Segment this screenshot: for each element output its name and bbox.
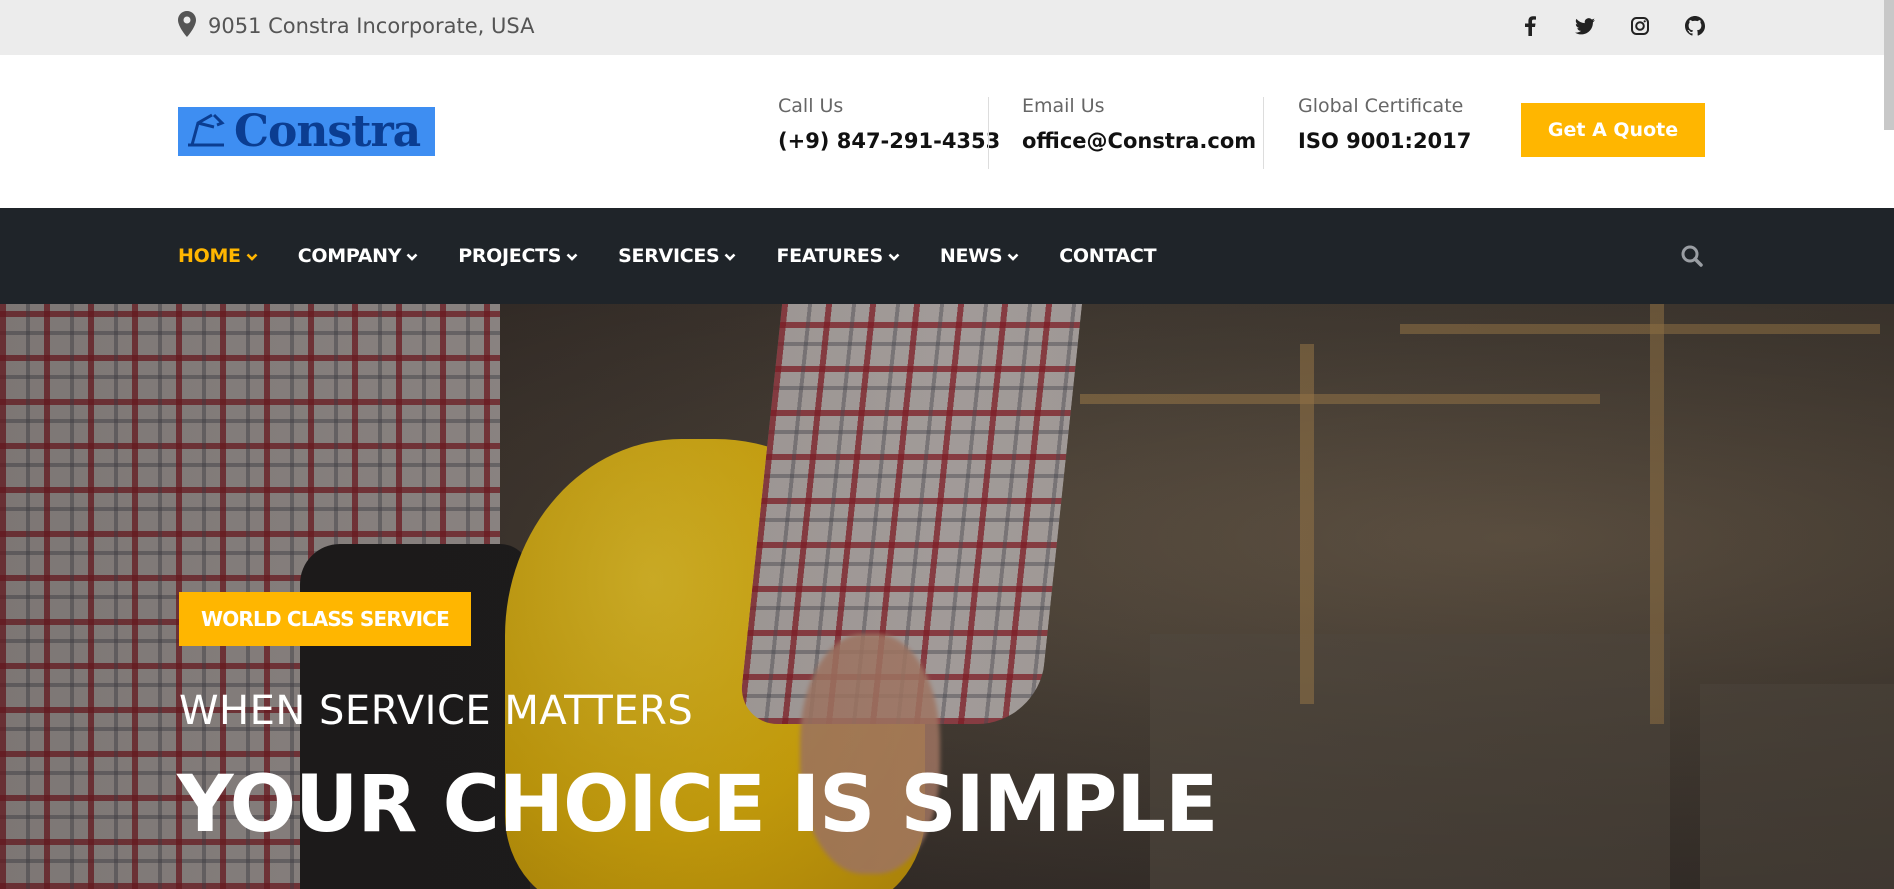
nav-item-label: PROJECTS bbox=[458, 245, 562, 267]
page-scrollbar[interactable] bbox=[1884, 0, 1894, 130]
email-us-label: Email Us bbox=[1022, 95, 1105, 117]
main-nav: HOME COMPANY PROJECTS SERVICES FEATURES … bbox=[0, 208, 1894, 304]
page: 9051 Constra Incorporate, USA Constra Ca… bbox=[0, 0, 1894, 889]
nav-item-news[interactable]: NEWS bbox=[940, 245, 1019, 267]
facebook-icon[interactable] bbox=[1519, 15, 1541, 37]
hero-headline: YOUR CHOICE IS SIMPLE bbox=[177, 760, 1218, 850]
chevron-down-icon bbox=[246, 245, 258, 267]
site-logo[interactable]: Constra bbox=[178, 107, 435, 156]
logo-text: Constra bbox=[234, 105, 421, 157]
get-a-quote-button[interactable]: Get A Quote bbox=[1521, 103, 1705, 157]
nav-item-label: COMPANY bbox=[297, 245, 402, 267]
email-us-address[interactable]: office@Constra.com bbox=[1022, 129, 1256, 153]
hero-banner: WORLD CLASS SERVICE WHEN SERVICE MATTERS… bbox=[0, 304, 1894, 889]
nav-item-projects[interactable]: PROJECTS bbox=[458, 245, 578, 267]
call-us-label: Call Us bbox=[778, 95, 844, 117]
email-us-block: Email Us office@Constra.com bbox=[1022, 95, 1256, 167]
chevron-down-icon bbox=[724, 245, 736, 267]
nav-item-label: SERVICES bbox=[618, 245, 720, 267]
search-icon[interactable] bbox=[1680, 244, 1704, 268]
nav-item-features[interactable]: FEATURES bbox=[776, 245, 900, 267]
site-header: Constra Call Us (+9) 847-291-4353 Email … bbox=[0, 55, 1894, 208]
nav-item-label: CONTACT bbox=[1059, 245, 1157, 267]
crane-logo-icon bbox=[184, 109, 228, 154]
map-marker-icon bbox=[178, 10, 196, 42]
nav-item-company[interactable]: COMPANY bbox=[298, 245, 418, 267]
header-divider bbox=[1263, 97, 1264, 169]
address-text: 9051 Constra Incorporate, USA bbox=[208, 14, 535, 38]
nav-item-label: FEATURES bbox=[776, 245, 883, 267]
call-us-block: Call Us (+9) 847-291-4353 bbox=[778, 95, 1000, 167]
address: 9051 Constra Incorporate, USA bbox=[178, 0, 534, 52]
certificate-value: ISO 9001:2017 bbox=[1298, 129, 1472, 153]
instagram-icon[interactable] bbox=[1629, 15, 1651, 37]
nav-menu: HOME COMPANY PROJECTS SERVICES FEATURES … bbox=[178, 208, 1157, 304]
twitter-icon[interactable] bbox=[1574, 15, 1596, 37]
social-links bbox=[1519, 0, 1706, 52]
hero-subtitle: WHEN SERVICE MATTERS bbox=[179, 688, 694, 734]
header-divider bbox=[988, 97, 989, 169]
certificate-label: Global Certificate bbox=[1298, 95, 1464, 117]
nav-item-label: HOME bbox=[178, 245, 241, 267]
hero-badge: WORLD CLASS SERVICE bbox=[179, 592, 471, 646]
nav-item-services[interactable]: SERVICES bbox=[618, 245, 736, 267]
chevron-down-icon bbox=[888, 245, 900, 267]
call-us-number[interactable]: (+9) 847-291-4353 bbox=[778, 129, 1000, 153]
top-bar: 9051 Constra Incorporate, USA bbox=[0, 0, 1894, 55]
nav-item-label: NEWS bbox=[939, 245, 1003, 267]
chevron-down-icon bbox=[1007, 245, 1019, 267]
github-icon[interactable] bbox=[1684, 15, 1706, 37]
nav-item-home[interactable]: HOME bbox=[178, 245, 258, 267]
chevron-down-icon bbox=[406, 245, 418, 267]
chevron-down-icon bbox=[566, 245, 578, 267]
nav-item-contact[interactable]: CONTACT bbox=[1059, 245, 1156, 267]
certificate-block: Global Certificate ISO 9001:2017 bbox=[1298, 95, 1471, 167]
